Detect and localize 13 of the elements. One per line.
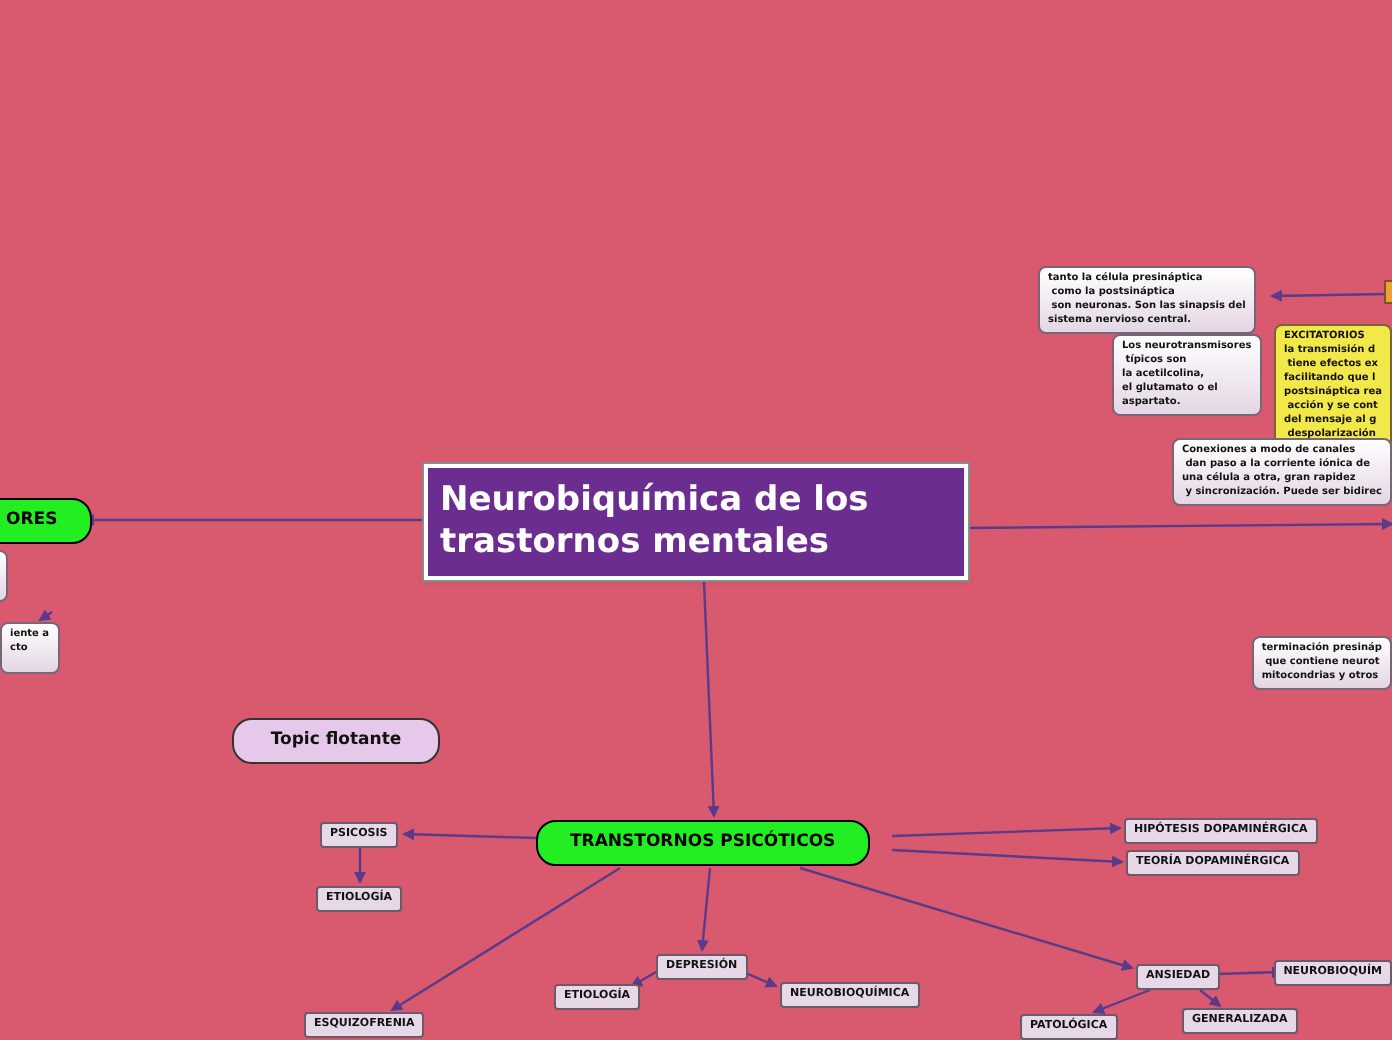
connector-arrow [1092,988,1151,1014]
connector-arrow [747,972,778,988]
connector-arrow [1199,989,1222,1008]
connector-arrow [697,867,712,952]
main-topic[interactable]: ORES [0,498,92,544]
connector-arrow [1270,289,1387,302]
connector-arrow [402,828,537,841]
connector-arrow [354,848,366,884]
main-topic[interactable]: TRANSTORNOS PSICÓTICOS [536,820,870,866]
floating-topic[interactable]: Topic flotante [232,718,440,764]
connector-arrow [630,970,657,988]
connector-arrow [38,609,53,622]
central-topic[interactable]: Neurobiquímica de los trastornos mentales [424,464,968,580]
